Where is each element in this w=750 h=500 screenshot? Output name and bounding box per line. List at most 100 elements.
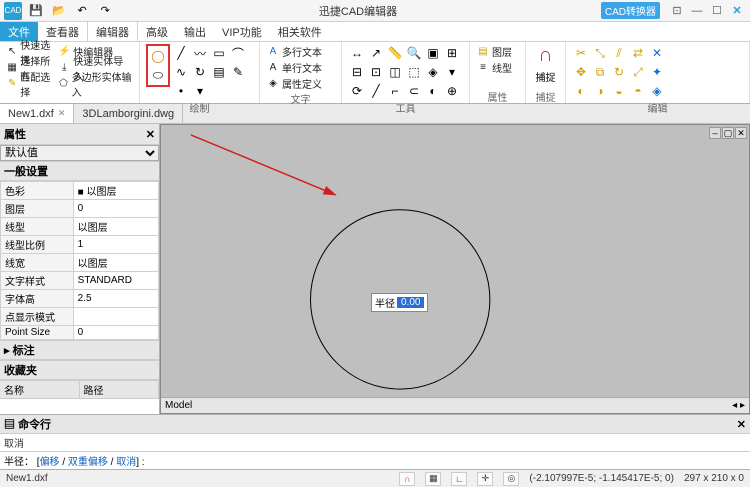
cmd-link-cancel[interactable]: 取消 — [116, 457, 136, 468]
tool-g-icon[interactable]: ⟳ — [349, 83, 365, 99]
ortho-toggle-icon[interactable]: ∟ — [451, 472, 467, 486]
line-tool-icon[interactable]: ╱ — [173, 45, 189, 61]
properties-panel-title: 属性✕ — [0, 124, 159, 145]
rect-tool-icon[interactable]: ▭ — [211, 45, 227, 61]
single-text-button[interactable]: A单行文本 — [266, 60, 322, 75]
edit-erase-icon[interactable]: ✕ — [649, 45, 665, 61]
tool-h-icon[interactable]: ╱ — [368, 83, 384, 99]
polygon-icon: ⬠ — [57, 77, 69, 91]
ribbon-group-tools: ↔ ↗ 📏 🔍 ▣ ⊞ ⊟ ⊡ ◫ ⬚ ◈ ▾ ⟳ ╱ — [342, 42, 470, 103]
drawing-canvas[interactable]: – ▢ ✕ 半径 0.00 Model ◂ ▸ — [160, 124, 750, 414]
canvas-scroll-icons[interactable]: ◂ ▸ — [732, 400, 745, 411]
polar-toggle-icon[interactable]: ✛ — [477, 472, 493, 486]
grid-toggle-icon[interactable]: ▦ — [425, 472, 441, 486]
edit-trim-icon[interactable]: ✂ — [573, 45, 589, 61]
rotate-tool-icon[interactable]: ↻ — [192, 64, 208, 80]
edit-explode-icon[interactable]: ✦ — [649, 64, 665, 80]
pen-tool-icon[interactable]: ✎ — [230, 64, 246, 80]
tool-k-icon[interactable]: ◐ — [425, 83, 441, 99]
panel-close-icon[interactable]: ✕ — [146, 128, 155, 141]
default-combo[interactable]: 默认值 — [0, 145, 159, 161]
cmd-close-icon[interactable]: ✕ — [737, 418, 746, 431]
menu-related[interactable]: 相关软件 — [270, 22, 330, 41]
edit-move-icon[interactable]: ✥ — [573, 64, 589, 80]
layers-button[interactable]: ▤图层 — [476, 44, 512, 59]
tool-c-icon[interactable]: ◫ — [387, 64, 403, 80]
poly-entity-button[interactable]: ⬠多边形实体输入 — [57, 76, 133, 91]
snap-toggle-icon[interactable]: ∩ — [399, 472, 415, 486]
radius-input-box[interactable]: 半径 0.00 — [371, 293, 428, 312]
edit-extend-icon[interactable]: ⤡ — [592, 45, 608, 61]
edit-d-icon[interactable]: ◓ — [630, 83, 646, 99]
inspect-icon[interactable]: 🔍 — [406, 45, 422, 61]
arc-tool-icon[interactable]: ⌒ — [230, 45, 246, 61]
edit-scale-icon[interactable]: ⤢ — [630, 64, 646, 80]
ellipse-tool-icon[interactable]: ⬭ — [150, 67, 166, 83]
undo-icon[interactable]: ↶ — [74, 3, 90, 19]
menu-output[interactable]: 输出 — [176, 22, 214, 41]
save-icon[interactable]: 💾 — [28, 3, 44, 19]
block-icon[interactable]: ▣ — [425, 45, 441, 61]
mtext-button[interactable]: A多行文本 — [266, 44, 322, 59]
tab-close-icon[interactable]: ✕ — [58, 108, 66, 119]
help-icon[interactable]: ⊡ — [668, 3, 686, 19]
menu-vip[interactable]: VIP功能 — [214, 22, 270, 41]
polyline-tool-icon[interactable]: 〰 — [192, 45, 208, 61]
magnet-icon[interactable]: ∩ — [538, 44, 552, 67]
edit-rotate-icon[interactable]: ↻ — [611, 64, 627, 80]
doc-tab-1[interactable]: New1.dxf✕ — [0, 104, 74, 123]
tool-i-icon[interactable]: ⌐ — [387, 83, 403, 99]
edit-mirror-icon[interactable]: ⇄ — [630, 45, 646, 61]
cmd-link-offset[interactable]: 偏移 — [40, 457, 60, 468]
menu-advanced[interactable]: 高级 — [138, 22, 176, 41]
tool-d-icon[interactable]: ⬚ — [406, 64, 422, 80]
quick-access-toolbar: 💾 📂 ↶ ↷ — [26, 3, 115, 19]
annotation-section[interactable]: ▸ 标注 — [0, 340, 159, 360]
linetype-button[interactable]: ≡线型 — [476, 60, 512, 75]
bolt-icon: ⚡ — [57, 45, 71, 59]
edit-copy-icon[interactable]: ⧉ — [592, 64, 608, 80]
osnap-toggle-icon[interactable]: ◎ — [503, 472, 519, 486]
circle-tool-icon[interactable]: ◯ — [150, 48, 166, 64]
edit-e-icon[interactable]: ◈ — [649, 83, 665, 99]
tool-a-icon[interactable]: ⊟ — [349, 64, 365, 80]
tool-b-icon[interactable]: ⊡ — [368, 64, 384, 80]
match-select-button[interactable]: ✎匹配选择 — [6, 76, 55, 91]
leader-icon[interactable]: ↗ — [368, 45, 384, 61]
cad-converter-button[interactable]: CAD转换器 — [601, 2, 660, 19]
tool-l-icon[interactable]: ⊕ — [444, 83, 460, 99]
menu-editor[interactable]: 编辑器 — [87, 22, 138, 41]
menu-bar: 文件 查看器 编辑器 高级 输出 VIP功能 相关软件 — [0, 22, 750, 42]
spline-tool-icon[interactable]: ∿ — [173, 64, 189, 80]
table-row: 线型比例1 — [1, 236, 159, 254]
general-section: 一般设置 — [0, 161, 159, 181]
edit-a-icon[interactable]: ◐ — [573, 83, 589, 99]
edit-c-icon[interactable]: ◒ — [611, 83, 627, 99]
doc-tab-2[interactable]: 3DLamborgini.dwg — [74, 104, 183, 123]
open-icon[interactable]: 📂 — [51, 3, 67, 19]
dimension-icon[interactable]: ↔ — [349, 45, 365, 61]
status-bar: New1.dxf ∩ ▦ ∟ ✛ ◎ (-2.107997E-5; -1.145… — [0, 469, 750, 487]
tag-icon: ◈ — [266, 77, 280, 91]
close-icon[interactable]: ✕ — [728, 3, 746, 19]
point-tool-icon[interactable]: • — [173, 83, 189, 99]
minimize-icon[interactable]: — — [688, 3, 706, 19]
radius-value[interactable]: 0.00 — [397, 297, 424, 308]
table-row: 线宽以图层 — [1, 254, 159, 272]
insert-icon[interactable]: ⊞ — [444, 45, 460, 61]
edit-offset-icon[interactable]: ⫽ — [611, 45, 627, 61]
measure-icon[interactable]: 📏 — [387, 45, 403, 61]
attr-def-button[interactable]: ◈属性定义 — [266, 76, 322, 91]
tool-e-icon[interactable]: ◈ — [425, 64, 441, 80]
dropdown-icon[interactable]: ▾ — [192, 83, 208, 99]
redo-icon[interactable]: ↷ — [97, 3, 113, 19]
tool-j-icon[interactable]: ⊂ — [406, 83, 422, 99]
table-row: 图层0 — [1, 200, 159, 218]
command-input[interactable]: 半径： [偏移 / 双重偏移 / 取消] : — [0, 451, 750, 469]
edit-b-icon[interactable]: ◑ — [592, 83, 608, 99]
model-tab[interactable]: Model — [165, 400, 192, 411]
tool-f-icon[interactable]: ▾ — [444, 64, 460, 80]
cmd-link-double-offset[interactable]: 双重偏移 — [68, 457, 108, 468]
hatch-tool-icon[interactable]: ▤ — [211, 64, 227, 80]
maximize-icon[interactable]: ☐ — [708, 3, 726, 19]
